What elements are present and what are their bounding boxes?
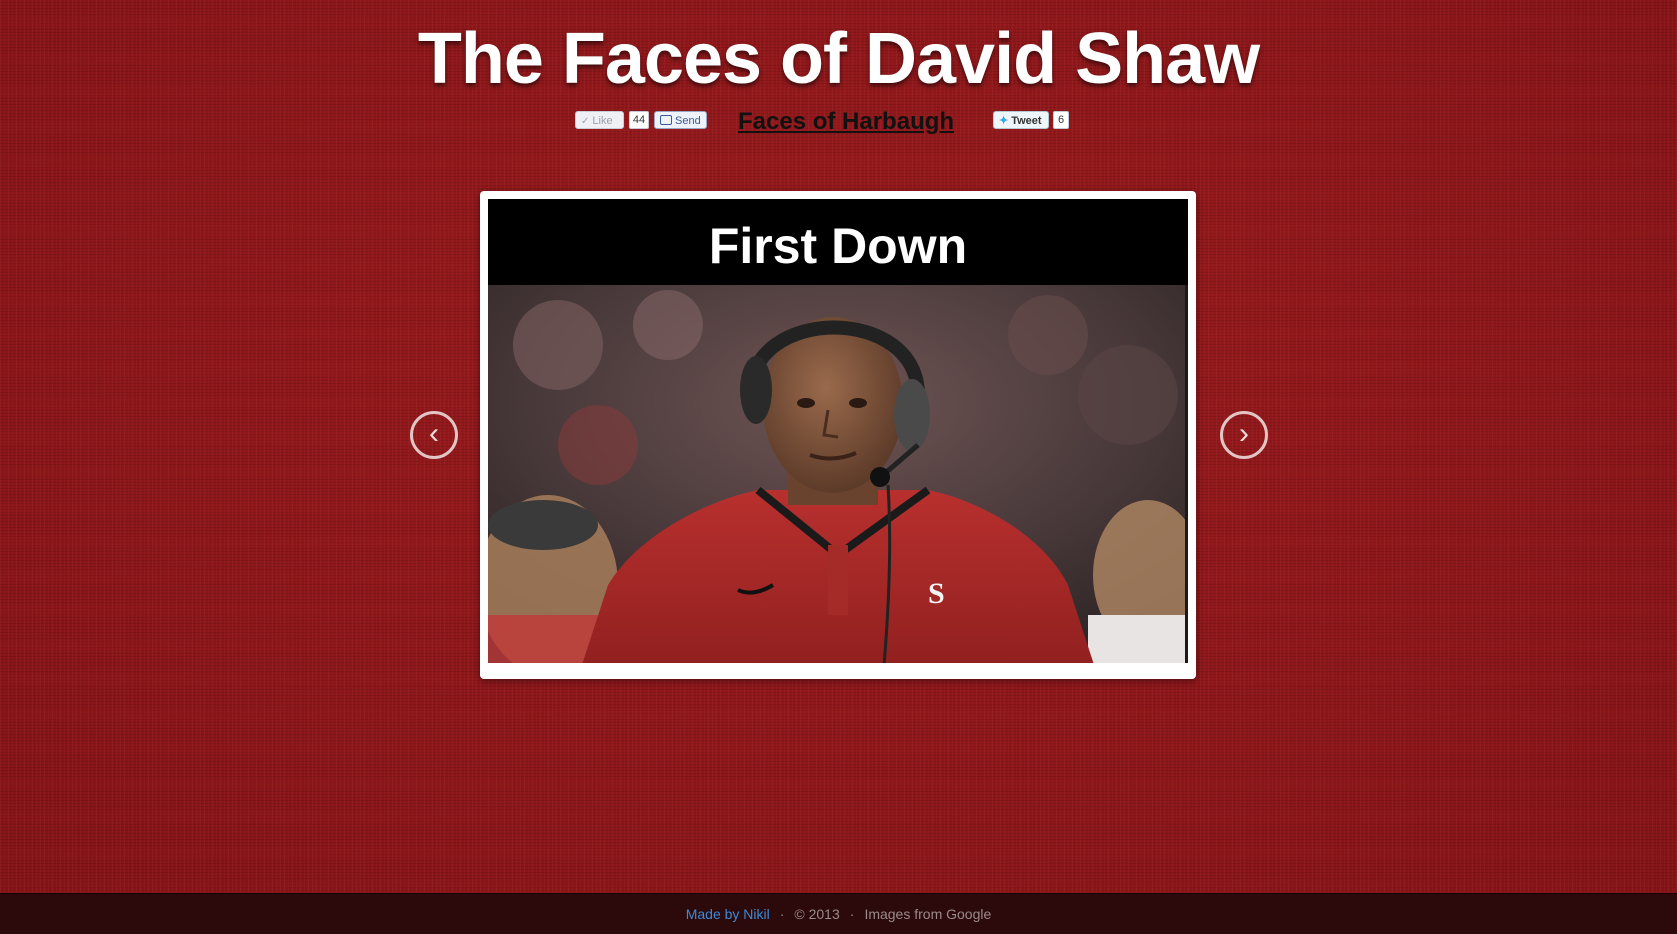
slide-frame: First Down S bbox=[488, 199, 1188, 663]
footer-separator: · bbox=[779, 906, 785, 922]
tweet-label: Tweet bbox=[1011, 115, 1042, 127]
twitter-bird-icon: ✦ bbox=[999, 115, 1009, 127]
page-title: The Faces of David Shaw bbox=[417, 19, 1260, 99]
caption-bar: First Down bbox=[488, 199, 1188, 285]
next-slide-button[interactable]: › bbox=[1220, 411, 1268, 459]
like-count: 44 bbox=[629, 111, 649, 129]
send-label: Send bbox=[675, 115, 701, 127]
previous-slide-button[interactable]: ‹ bbox=[410, 411, 458, 459]
checkmark-icon: ✓ bbox=[581, 116, 590, 127]
facebook-like-button[interactable]: ✓ Like bbox=[575, 111, 624, 129]
facebook-send-button[interactable]: Send bbox=[654, 111, 707, 129]
svg-text:S: S bbox=[928, 577, 945, 610]
tweet-count: 6 bbox=[1053, 111, 1069, 129]
speech-bubble-icon bbox=[660, 115, 672, 125]
made-by-link[interactable]: Made by Nikil bbox=[686, 906, 770, 922]
tweet-button[interactable]: ✦ Tweet bbox=[993, 111, 1049, 129]
social-bar: ✓ Like 44 Send Faces of Harbaugh ✦ Tweet 6 bbox=[0, 108, 1677, 136]
copyright-text: © 2013 bbox=[794, 906, 840, 922]
footer: Made by Nikil · © 2013 · Images from Google bbox=[0, 893, 1677, 934]
like-label: Like bbox=[592, 115, 613, 127]
faces-of-harbaugh-link[interactable]: Faces of Harbaugh bbox=[738, 108, 954, 136]
slideshow: First Down S bbox=[480, 191, 1196, 679]
slide-photo: S bbox=[488, 285, 1188, 663]
images-credit: Images from Google bbox=[864, 906, 992, 922]
slide-caption: First Down bbox=[708, 218, 968, 274]
footer-separator: · bbox=[849, 906, 855, 922]
